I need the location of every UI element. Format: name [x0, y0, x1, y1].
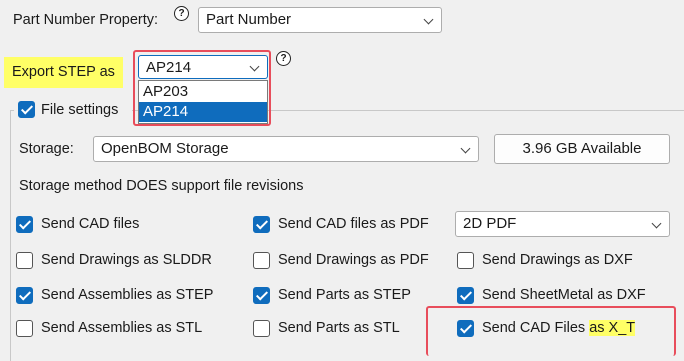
send-drawings-dxf-label: Send Drawings as DXF [482, 252, 633, 268]
send-sheetmetal-dxf-label: Send SheetMetal as DXF [482, 287, 646, 303]
part-number-help-icon[interactable]: ? [174, 6, 189, 21]
send-parts-step-checkbox[interactable] [253, 287, 270, 304]
export-step-label: Export STEP as [4, 57, 123, 88]
storage-available-button[interactable]: 3.96 GB Available [494, 134, 670, 164]
chevron-down-icon [423, 14, 434, 25]
storage-select[interactable]: OpenBOM Storage [93, 136, 479, 162]
file-settings-checkbox[interactable] [18, 101, 35, 118]
send-assemblies-stl-label: Send Assemblies as STL [41, 320, 203, 336]
annotation-box-export-step [133, 50, 271, 126]
send-drawings-pdf-label: Send Drawings as PDF [278, 252, 429, 268]
part-number-select[interactable]: Part Number [198, 7, 442, 33]
send-parts-stl-label: Send Parts as STL [278, 320, 400, 336]
part-number-label: Part Number Property: [13, 12, 159, 28]
annotation-box-xt [426, 306, 676, 356]
send-cad-files-checkbox[interactable] [16, 216, 33, 233]
send-cad-files-label: Send CAD files [41, 216, 140, 232]
pdf-format-value: 2D PDF [463, 215, 517, 232]
send-assemblies-step-label: Send Assemblies as STEP [41, 287, 214, 303]
storage-value: OpenBOM Storage [101, 140, 229, 157]
send-drawings-dxf-checkbox[interactable] [457, 252, 474, 269]
send-parts-step-label: Send Parts as STEP [278, 287, 411, 303]
chevron-down-icon [651, 218, 662, 229]
send-sheetmetal-dxf-checkbox[interactable] [457, 287, 474, 304]
storage-note: Storage method DOES support file revisio… [19, 178, 304, 194]
send-drawings-pdf-checkbox[interactable] [253, 252, 270, 269]
file-settings-header: File settings [14, 98, 132, 122]
storage-label: Storage: [19, 141, 74, 157]
send-cad-files-pdf-label: Send CAD files as PDF [278, 216, 429, 232]
send-assemblies-step-checkbox[interactable] [16, 287, 33, 304]
send-assemblies-stl-checkbox[interactable] [16, 320, 33, 337]
pdf-format-select[interactable]: 2D PDF [455, 211, 670, 237]
send-cad-files-pdf-checkbox[interactable] [253, 216, 270, 233]
send-parts-stl-checkbox[interactable] [253, 320, 270, 337]
send-drawings-slddr-label: Send Drawings as SLDDR [41, 252, 212, 268]
send-drawings-slddr-checkbox[interactable] [16, 252, 33, 269]
part-number-value: Part Number [206, 11, 292, 28]
export-step-help-icon[interactable]: ? [276, 51, 291, 66]
chevron-down-icon [460, 143, 471, 154]
file-settings-label: File settings [41, 102, 119, 118]
